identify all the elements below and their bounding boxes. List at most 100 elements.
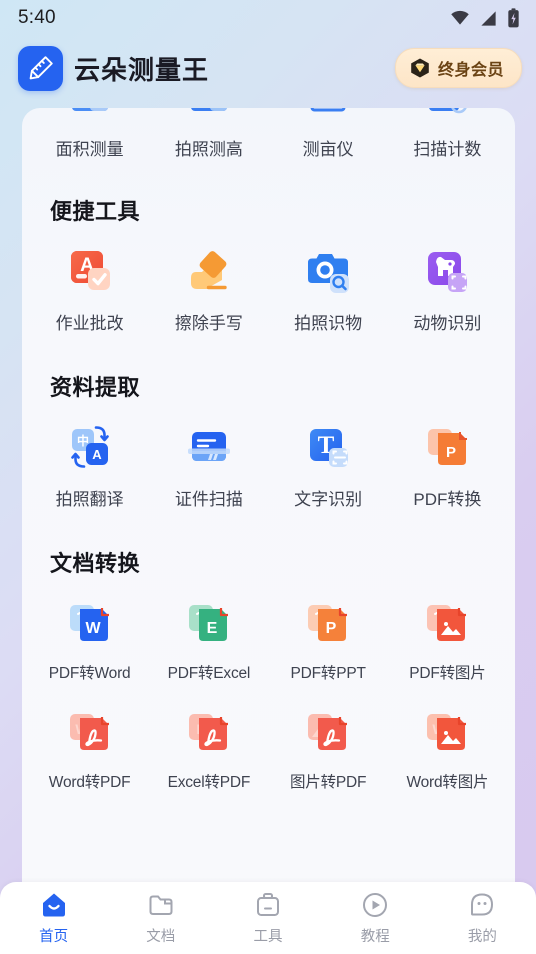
cell-label: 拍照翻译 (55, 490, 124, 509)
grid-cell-word-to-image[interactable]: W Word转图片 (388, 705, 507, 792)
grid-cell-pdf-to-excel[interactable]: E PDF转Excel (149, 596, 268, 683)
homework-correction-icon: A (62, 244, 118, 300)
cell-label: 扫描计数 (413, 140, 482, 159)
cell-label: PDF转Word (48, 665, 131, 682)
vip-label: 终身会员 (437, 62, 504, 79)
section-title-tools: 便捷工具 (50, 199, 141, 224)
svg-text:P: P (446, 444, 456, 461)
cell-label: PDF转换 (413, 490, 482, 509)
text-ocr-icon: T (300, 420, 356, 476)
grid-cell-scan-count[interactable]: 扫描计数 (388, 108, 507, 180)
battery-charging-icon (508, 8, 519, 28)
cell-label: PDF转Excel (167, 665, 251, 682)
svg-text:E: E (207, 620, 218, 637)
land-area-icon (300, 108, 356, 124)
tab-home[interactable]: 首页 (0, 890, 107, 946)
section-grid-extract: 中 A 拍照翻译 证件扫描 T 文字识别 P PDF转换 (30, 402, 507, 532)
grid-cell-area-measure[interactable]: 面积测量 (30, 108, 149, 180)
partial-tool-row: 面积测量 cm 拍照测高 测亩仪 扫描计数 (30, 108, 507, 180)
grid-cell-photo-translate[interactable]: 中 A 拍照翻译 (30, 420, 149, 510)
tab-documents[interactable]: 文档 (107, 890, 214, 946)
excel-to-pdf-icon: E (181, 705, 237, 761)
camera-recognize-icon (300, 244, 356, 300)
grid-cell-pdf-to-word[interactable]: W PDF转Word (30, 596, 149, 683)
grid-cell-animal-recognize[interactable]: 动物识别 (388, 244, 507, 334)
pdf-to-excel-icon: E (181, 596, 237, 652)
grid-cell-pdf-to-ppt[interactable]: P PDF转PPT (269, 596, 388, 683)
cell-label: PDF转图片 (409, 665, 486, 682)
grid-cell-photo-height[interactable]: cm 拍照测高 (149, 108, 268, 180)
cell-label: Word转图片 (406, 774, 489, 791)
play-circle-icon (360, 890, 390, 920)
tab-label: 我的 (467, 929, 497, 945)
profile-smiley-icon (467, 890, 497, 920)
animal-recognize-icon (419, 244, 475, 300)
vip-membership-button[interactable]: 终身会员 (394, 48, 522, 88)
grid-cell-land-area[interactable]: 测亩仪 (269, 108, 388, 180)
tab-tutorial[interactable]: 教程 (322, 890, 429, 946)
cell-label: 动物识别 (413, 314, 482, 333)
section-grid-docs: W PDF转Word E PDF转Excel P PDF转PPT PDF转图片 … (30, 578, 507, 814)
photo-height-icon: cm (181, 108, 237, 124)
eraser-icon (181, 244, 237, 300)
section-title-docs: 文档转换 (50, 551, 141, 576)
cell-label: 图片转PDF (289, 774, 367, 791)
grid-cell-image-to-pdf[interactable]: 图片转PDF (269, 705, 388, 792)
svg-text:cm: cm (213, 108, 224, 110)
wifi-icon (451, 10, 469, 25)
tab-profile[interactable]: 我的 (429, 890, 536, 946)
folder-icon (146, 890, 176, 920)
tab-tools[interactable]: 工具 (214, 890, 321, 946)
pdf-to-image-icon (419, 596, 475, 652)
photo-translate-icon: 中 A (62, 420, 118, 476)
id-card-scan-icon (181, 420, 237, 476)
cell-label: 拍照测高 (174, 140, 243, 159)
section-grid-tools: A 作业批改 擦除手写 拍照识物 动物识别 (30, 226, 507, 356)
word-to-image-icon: W (419, 705, 475, 761)
cell-label: PDF转PPT (290, 665, 366, 682)
grid-cell-id-card-scan[interactable]: 证件扫描 (149, 420, 268, 510)
brand: 云朵测量王 (18, 45, 210, 91)
pdf-to-ppt-icon: P (300, 596, 356, 652)
tab-label: 工具 (253, 929, 283, 945)
cell-label: Excel转PDF (167, 774, 251, 791)
content-card[interactable]: 面积测量 cm 拍照测高 测亩仪 扫描计数 便捷工具 A 作业批改 擦除手写 拍… (22, 108, 515, 888)
svg-text:P: P (326, 620, 337, 637)
status-bar: 5:40 (0, 0, 536, 36)
grid-cell-excel-to-pdf[interactable]: E Excel转PDF (149, 705, 268, 792)
app-logo (18, 45, 63, 91)
cell-label: 作业批改 (55, 314, 124, 333)
diamond-gem-icon (411, 58, 429, 78)
grid-cell-eraser[interactable]: 擦除手写 (149, 244, 268, 334)
grid-cell-camera-recognize[interactable]: 拍照识物 (269, 244, 388, 334)
grid-cell-word-to-pdf[interactable]: W Word转PDF (30, 705, 149, 792)
tab-label: 教程 (360, 929, 390, 945)
image-to-pdf-icon (300, 705, 356, 761)
grid-cell-text-ocr[interactable]: T 文字识别 (269, 420, 388, 510)
pdf-convert-icon: P (419, 420, 475, 476)
cell-label: 文字识别 (294, 490, 363, 509)
area-measure-icon (62, 108, 118, 124)
bottom-tab-bar: 首页 文档 工具 教程 我的 (0, 882, 536, 954)
cell-label: 证件扫描 (174, 490, 243, 509)
status-icon-group (450, 8, 520, 28)
app-title: 云朵测量王 (74, 54, 210, 85)
scan-count-icon (419, 108, 475, 124)
toolbox-icon (253, 890, 283, 920)
app-header: 云朵测量王 终身会员 (0, 36, 536, 100)
grid-cell-pdf-to-image[interactable]: PDF转图片 (388, 596, 507, 683)
status-time: 5:40 (18, 7, 56, 28)
tab-label: 文档 (146, 929, 176, 945)
cell-label: Word转PDF (48, 774, 131, 791)
grid-cell-pdf-convert[interactable]: P PDF转换 (388, 420, 507, 510)
grid-cell-homework-correction[interactable]: A 作业批改 (30, 244, 149, 334)
cell-label: 测亩仪 (302, 140, 354, 159)
cell-label: 面积测量 (55, 140, 124, 159)
cellular-signal-icon (481, 10, 496, 26)
home-icon (39, 890, 69, 920)
cell-label: 擦除手写 (174, 314, 243, 333)
tab-label: 首页 (39, 929, 69, 945)
ruler-pencil-logo-icon (29, 56, 53, 80)
svg-text:A: A (92, 447, 102, 462)
card-inner: 面积测量 cm 拍照测高 测亩仪 扫描计数 便捷工具 A 作业批改 擦除手写 拍… (22, 108, 515, 814)
